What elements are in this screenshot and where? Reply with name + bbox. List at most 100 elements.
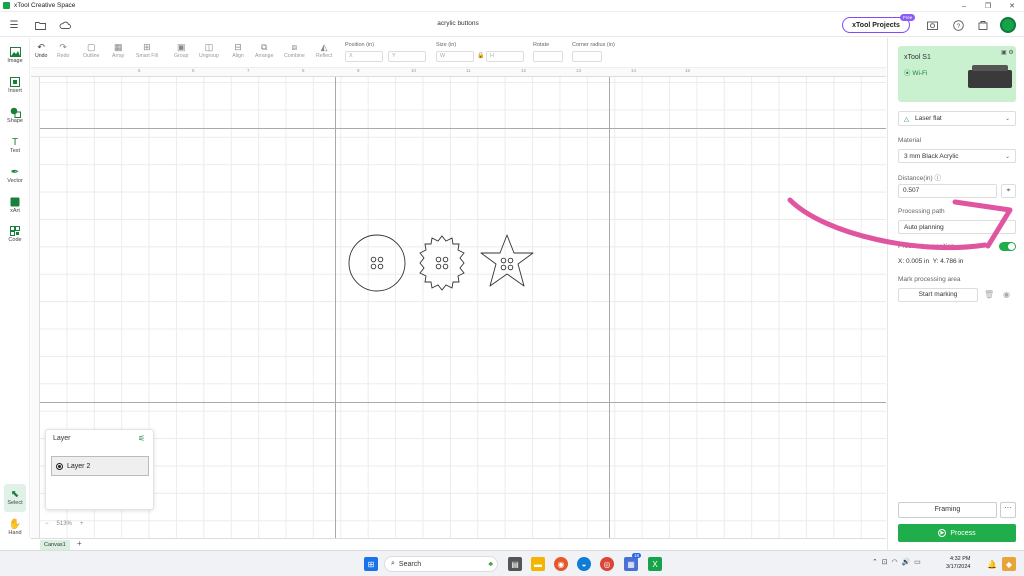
- corner-radius-input[interactable]: [572, 51, 602, 62]
- top-bar: ☰ acrylic buttons xTool Projects Free ?: [0, 13, 1024, 37]
- smart-fill-button[interactable]: ⊞ Smart Fill: [136, 41, 158, 60]
- notifications-icon[interactable]: 🔔: [985, 557, 999, 571]
- radio-icon[interactable]: [56, 462, 63, 470]
- hand-tool[interactable]: ✋ Hand: [0, 514, 30, 542]
- position-x-input[interactable]: X: [345, 51, 383, 62]
- camera-icon[interactable]: [925, 18, 939, 32]
- chevron-down-icon: ⌄: [1004, 116, 1010, 122]
- star-button-shape: [480, 234, 534, 287]
- device-settings-icon[interactable]: ▣ ⚙: [1001, 49, 1014, 56]
- ruler-tick: 13: [576, 68, 582, 73]
- align-button[interactable]: ⊟ Align: [232, 41, 244, 60]
- layer-settings-icon[interactable]: ⚟: [138, 434, 145, 443]
- size-h-input[interactable]: H: [486, 51, 524, 62]
- ruler-tick: 15: [685, 68, 691, 73]
- lock-icon[interactable]: 🔒: [477, 52, 484, 59]
- add-canvas-icon[interactable]: +: [77, 539, 82, 548]
- image-tool[interactable]: Image: [0, 42, 30, 70]
- outline-icon: ▢: [86, 41, 96, 52]
- annotation-arrow: [787, 197, 1013, 251]
- store-icon[interactable]: [976, 18, 990, 32]
- title-bar: xTool Creative Space – ❐ ✕: [0, 0, 1024, 12]
- ungroup-button[interactable]: ◫ Ungroup: [199, 41, 219, 60]
- search-label: Search: [398, 560, 422, 568]
- processing-mode-select[interactable]: △ Laser flat ⌄: [898, 111, 1016, 126]
- start-icon[interactable]: ⊞: [364, 557, 378, 571]
- taskbar: ⊞ ⌕ Search ♣ ▤ ▬ ◉ ◒ ◎ ▦ 18 X ⌃ ⊡ ◠ 🔊 ▭ …: [0, 550, 1024, 576]
- select-tool[interactable]: ⬉ Select: [4, 484, 26, 512]
- tool-label: Shape: [7, 118, 23, 124]
- play-icon: ▶: [938, 529, 947, 537]
- ruler-tick: 12: [521, 68, 527, 73]
- widgets-icon[interactable]: ◆: [1002, 557, 1016, 571]
- zoom-in-button[interactable]: +: [80, 521, 84, 527]
- rotate-input[interactable]: [533, 51, 563, 62]
- taskbar-search[interactable]: ⌕ Search ♣: [384, 556, 498, 572]
- help-icon[interactable]: ?: [951, 18, 965, 32]
- shape-tool[interactable]: Shape: [0, 102, 30, 130]
- work-area-border: [40, 128, 886, 129]
- undo-button[interactable]: ↶ Undo: [35, 41, 47, 60]
- redo-button[interactable]: ↷ Redo: [57, 41, 69, 60]
- start-marking-button[interactable]: Start marking: [898, 288, 978, 302]
- code-tool[interactable]: Code: [0, 221, 30, 249]
- close-icon[interactable]: ✕: [1000, 0, 1024, 12]
- device-card[interactable]: xTool S1 ⦿ Wi-Fi ▣ ⚙: [898, 46, 1016, 102]
- file-explorer-icon[interactable]: ▬: [531, 557, 545, 571]
- text-tool[interactable]: T Text: [0, 132, 30, 160]
- xart-tool[interactable]: xArt: [0, 192, 30, 220]
- info-icon[interactable]: ⓘ: [935, 175, 942, 182]
- task-view-icon[interactable]: ▤: [508, 557, 522, 571]
- layer-item[interactable]: Layer 2: [51, 456, 149, 476]
- material-label: Material: [898, 137, 922, 144]
- combine-button[interactable]: ⧈ Combine: [284, 41, 305, 60]
- zoom-value[interactable]: 513%: [57, 521, 72, 527]
- size-label: Size (in): [436, 42, 457, 48]
- work-area-border: [335, 77, 336, 538]
- array-button[interactable]: ▦ Array: [112, 41, 124, 60]
- tool-label: Hand: [8, 530, 22, 536]
- process-button[interactable]: ▶ Process: [898, 524, 1016, 542]
- mark-area-label: Mark processing area: [898, 276, 961, 283]
- vector-tool[interactable]: ✒ Vector: [0, 162, 30, 190]
- minimize-icon[interactable]: –: [952, 0, 976, 12]
- canvas-tab[interactable]: Canvas1: [40, 540, 70, 550]
- clock[interactable]: 4:32 PM 3/17/2024: [946, 555, 970, 571]
- reflect-button[interactable]: ◭ Reflect: [316, 41, 332, 60]
- zoom-out-button[interactable]: −: [45, 521, 49, 527]
- acrylic-buttons-shapes[interactable]: [345, 232, 545, 294]
- zoom-control: − 513% +: [45, 518, 91, 530]
- device-name: xTool S1: [904, 54, 931, 61]
- outline-button[interactable]: ▢ Outline: [83, 41, 99, 60]
- tool-label: xArt: [10, 208, 20, 214]
- trash-icon[interactable]: 🗑: [984, 290, 994, 299]
- position-label: Position (in): [345, 42, 375, 48]
- document-title: acrylic buttons: [437, 20, 479, 27]
- xtool-app-icon[interactable]: X: [648, 557, 662, 571]
- eye-icon[interactable]: ◉: [1003, 290, 1010, 299]
- store-app-icon[interactable]: ▦: [624, 557, 638, 571]
- more-options-button[interactable]: ···: [1000, 502, 1016, 518]
- insert-tool[interactable]: Insert: [0, 72, 30, 100]
- user-avatar[interactable]: [1000, 17, 1016, 33]
- clock-date: 3/17/2024: [946, 564, 971, 570]
- tool-label: Vector: [7, 178, 23, 184]
- layer-name: Layer 2: [67, 462, 91, 470]
- framing-button[interactable]: Framing: [898, 502, 997, 518]
- ungroup-icon: ◫: [204, 41, 214, 52]
- left-toolbar: Image Insert Shape T Text ✒ Vector xArt …: [0, 38, 30, 538]
- design-canvas[interactable]: [40, 77, 886, 538]
- firefox-icon[interactable]: ◉: [554, 557, 568, 571]
- chrome-icon[interactable]: ◎: [600, 557, 614, 571]
- system-tray-icons[interactable]: ⌃ ⊡ ◠ 🔊 ▭: [872, 558, 921, 566]
- round-button-shape: [348, 234, 406, 292]
- material-select[interactable]: 3 mm Black Acrylic ⌄: [898, 149, 1016, 163]
- size-w-input[interactable]: W: [436, 51, 474, 62]
- edge-icon[interactable]: ◒: [577, 557, 591, 571]
- restore-icon[interactable]: ❐: [976, 0, 1000, 12]
- rotate-label: Rotate: [533, 42, 550, 48]
- group-button[interactable]: ▣ Group: [174, 41, 188, 60]
- tool-label: Code: [8, 237, 22, 243]
- arrange-button[interactable]: ⧉ Arrange: [255, 41, 273, 60]
- position-y-input[interactable]: Y: [388, 51, 426, 62]
